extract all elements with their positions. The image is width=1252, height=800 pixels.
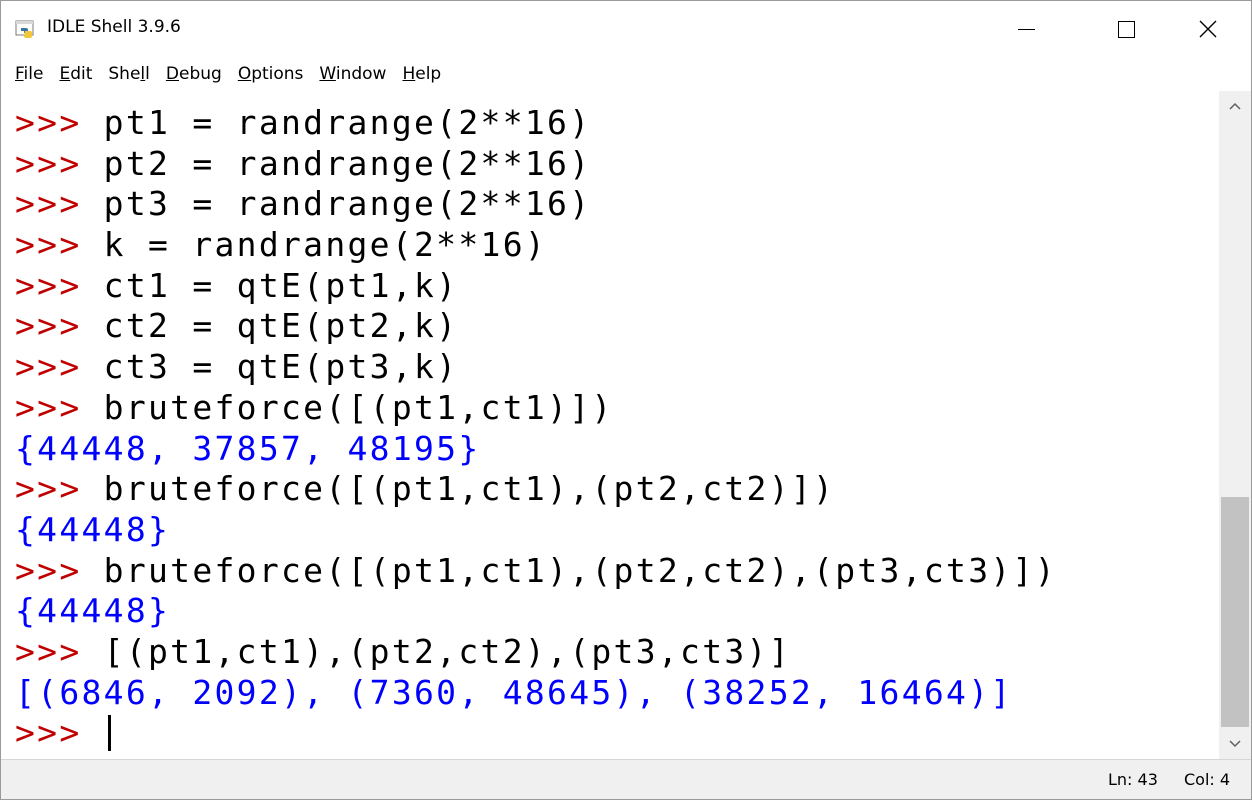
shell-output-text: {44448, 37857, 48195} <box>15 428 481 468</box>
text-cursor <box>107 714 111 751</box>
menu-debug-mnemonic: D <box>165 64 179 84</box>
menu-help[interactable]: Help <box>394 57 449 91</box>
status-line-number: Ln: 43 <box>1108 770 1158 789</box>
shell-input-line: >>> bruteforce([(pt1,ct1),(pt2,ct2)]) <box>15 469 1057 510</box>
minimize-icon <box>1017 28 1035 30</box>
shell-code: pt2 = randrange(2**16) <box>103 143 592 183</box>
shell-prompt: >>> <box>15 387 104 427</box>
status-column-number: Col: 4 <box>1184 770 1231 789</box>
shell-input-line: >>> bruteforce([(pt1,ct1)]) <box>15 388 1057 429</box>
menu-options-mnemonic: O <box>237 64 252 84</box>
shell-code: ct1 = qtE(pt1,k) <box>103 265 459 305</box>
shell-output-text: {44448} <box>15 591 171 631</box>
shell-code: ct3 = qtE(pt3,k) <box>103 347 459 387</box>
chevron-up-icon <box>1229 102 1241 110</box>
menu-file-mnemonic: F <box>15 64 24 84</box>
menu-debug[interactable]: Debug <box>158 57 230 91</box>
menu-window-label: indow <box>335 64 387 84</box>
status-bar: Ln: 43 Col: 4 <box>1 759 1251 799</box>
menu-options-label: ptions <box>251 64 304 84</box>
scrollbar-thumb[interactable] <box>1221 497 1249 727</box>
shell-prompt: >>> <box>15 225 104 265</box>
shell-output-line: {44448} <box>15 591 1057 632</box>
shell-code: k = randrange(2**16) <box>103 225 548 265</box>
shell-output-line: {44448, 37857, 48195} <box>15 429 1057 470</box>
shell-prompt: >>> <box>15 347 104 387</box>
menu-edit-label: dit <box>70 64 93 84</box>
shell-lines: >>> pt1 = randrange(2**16) >>> pt2 = rand… <box>15 103 1057 754</box>
maximize-icon <box>1117 20 1135 38</box>
shell-input-line: >>> pt3 = randrange(2**16) <box>15 184 1057 225</box>
shell-prompt: >>> <box>15 184 104 224</box>
shell-code: ct2 = qtE(pt2,k) <box>103 306 459 346</box>
shell-prompt: >>> <box>15 469 104 509</box>
menu-debug-label: ebug <box>178 64 222 84</box>
shell-prompt: >>> <box>15 550 104 590</box>
menu-help-label: elp <box>415 64 442 84</box>
shell-code: bruteforce([(pt1,ct1)]) <box>103 387 614 427</box>
close-icon <box>1199 20 1217 38</box>
shell-code: [(pt1,ct1),(pt2,ct2),(pt3,ct3)] <box>103 631 791 671</box>
shell-input-line: >>> [(pt1,ct1),(pt2,ct2),(pt3,ct3)] <box>15 632 1057 673</box>
shell-code: bruteforce([(pt1,ct1),(pt2,ct2),(pt3,ct3… <box>103 550 1057 590</box>
shell-output-line: [(6846, 2092), (7360, 48645), (38252, 16… <box>15 673 1057 714</box>
shell-input-line: >>> <box>15 713 1057 754</box>
close-button[interactable] <box>1177 1 1239 57</box>
menu-edit-mnemonic: E <box>59 64 71 84</box>
python-idle-icon <box>15 19 37 39</box>
shell-prompt: >>> <box>15 143 104 183</box>
shell-input-line: >>> k = randrange(2**16) <box>15 225 1057 266</box>
shell-output-line: {44448} <box>15 510 1057 551</box>
shell-input-line: >>> bruteforce([(pt1,ct1),(pt2,ct2),(pt3… <box>15 551 1057 592</box>
shell-input-line: >>> pt1 = randrange(2**16) <box>15 103 1057 144</box>
shell-code: bruteforce([(pt1,ct1),(pt2,ct2)]) <box>103 469 836 509</box>
minimize-button[interactable] <box>995 1 1057 57</box>
maximize-button[interactable] <box>1095 1 1157 57</box>
shell-code: pt1 = randrange(2**16) <box>103 103 592 142</box>
shell-prompt: >>> <box>15 306 104 346</box>
chevron-down-icon <box>1229 740 1241 748</box>
shell-output-text: [(6846, 2092), (7360, 48645), (38252, 16… <box>15 672 1013 712</box>
menu-file-label: ile <box>23 64 44 84</box>
scroll-up-button[interactable] <box>1219 91 1251 121</box>
menu-window-mnemonic: W <box>319 64 336 84</box>
idle-shell-window: IDLE Shell 3.9.6 File Edit Shell Debug O… <box>0 0 1252 800</box>
title-bar[interactable]: IDLE Shell 3.9.6 <box>1 1 1251 57</box>
menu-shell-label-pre: She <box>108 64 141 84</box>
menu-shell[interactable]: Shell <box>100 57 158 91</box>
shell-prompt: >>> <box>15 631 104 671</box>
menu-help-mnemonic: H <box>402 64 416 84</box>
menu-file[interactable]: File <box>7 57 51 91</box>
shell-prompt: >>> <box>15 713 104 753</box>
shell-input-line: >>> ct1 = qtE(pt1,k) <box>15 266 1057 307</box>
menu-options[interactable]: Options <box>230 57 312 91</box>
scroll-down-button[interactable] <box>1219 729 1251 759</box>
shell-prompt: >>> <box>15 265 104 305</box>
shell-input-line: >>> ct2 = qtE(pt2,k) <box>15 306 1057 347</box>
shell-input-line: >>> ct3 = qtE(pt3,k) <box>15 347 1057 388</box>
menu-shell-label: l <box>145 64 150 84</box>
window-title: IDLE Shell 3.9.6 <box>47 17 181 37</box>
menu-window[interactable]: Window <box>311 57 394 91</box>
vertical-scrollbar[interactable] <box>1219 91 1251 759</box>
menu-edit[interactable]: Edit <box>51 57 100 91</box>
shell-prompt: >>> <box>15 103 104 142</box>
shell-input-line: >>> pt2 = randrange(2**16) <box>15 144 1057 185</box>
menu-bar: File Edit Shell Debug Options Window Hel… <box>1 57 1251 91</box>
shell-output-text: {44448} <box>15 509 171 549</box>
shell-text-area[interactable]: >>> pt1 = randrange(2**16) >>> pt2 = rand… <box>1 91 1219 759</box>
shell-code: pt3 = randrange(2**16) <box>103 184 592 224</box>
